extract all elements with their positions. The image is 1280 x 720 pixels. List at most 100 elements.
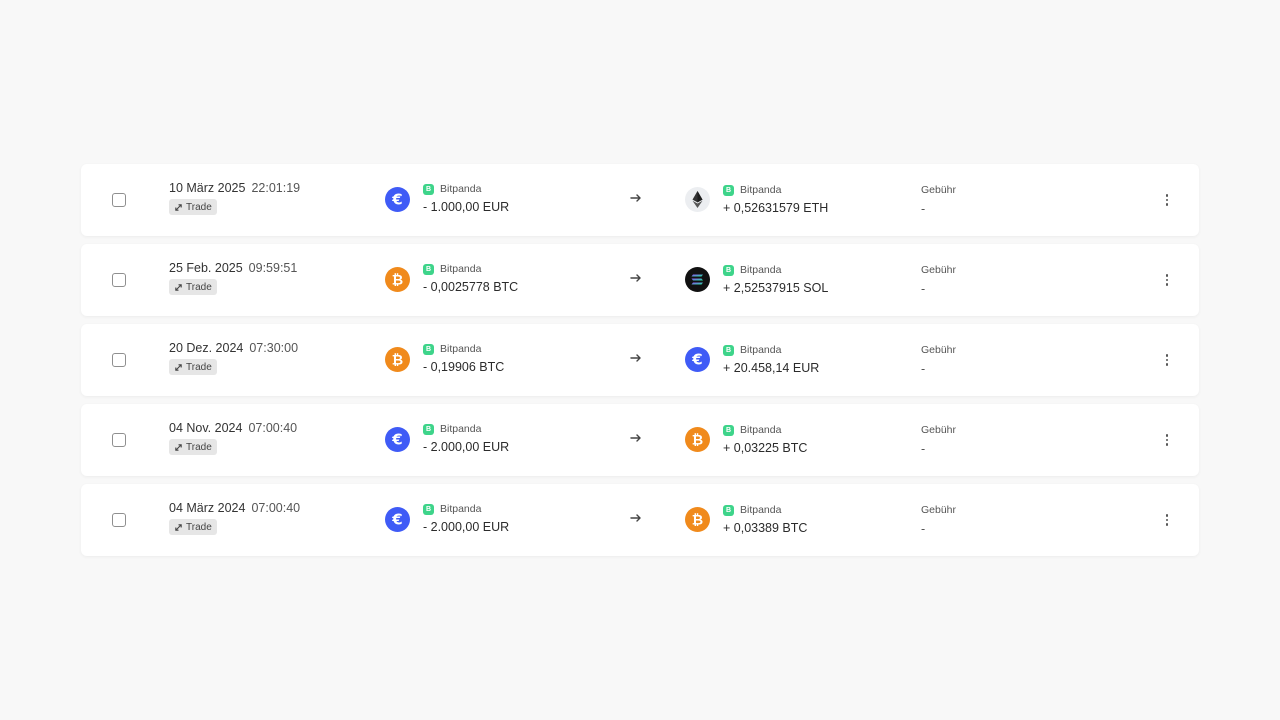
bitcoin-coin-icon: ₿ (685, 507, 710, 532)
type-badge: Trade (169, 199, 217, 215)
row-checkbox[interactable] (112, 513, 126, 527)
bitpanda-icon: B (423, 503, 434, 515)
euro-coin-icon: € (385, 187, 410, 212)
arrow-right-icon (630, 354, 641, 362)
more-options-icon[interactable] (1157, 350, 1177, 370)
fee-label: Gebühr (921, 344, 957, 356)
transaction-row[interactable]: 04 März 2024 07:00:40 Trade € B Bitpanda … (81, 484, 1199, 556)
transaction-date: 10 März 2025 (169, 181, 246, 195)
fee-block: Gebühr - (921, 504, 956, 536)
fee-label: Gebühr (921, 504, 957, 516)
transaction-row[interactable]: 20 Dez. 2024 07:30:00 Trade ₿ B Bitpanda … (81, 324, 1199, 396)
to-exchange: Bitpanda (740, 184, 782, 196)
date-block: 25 Feb. 2025 09:59:51 Trade (169, 261, 297, 297)
type-badge-label: Trade (186, 201, 212, 213)
row-checkbox[interactable] (112, 353, 126, 367)
more-options-icon[interactable] (1157, 270, 1177, 290)
date-block: 20 Dez. 2024 07:30:00 Trade (169, 341, 298, 377)
transaction-time: 07:30:00 (249, 341, 299, 355)
date-block: 04 Nov. 2024 07:00:40 Trade (169, 421, 297, 457)
from-asset: B Bitpanda - 0,0025778 BTC (423, 263, 518, 294)
fee-block: Gebühr - (921, 264, 956, 296)
svg-text:₿: ₿ (692, 513, 703, 529)
to-amount: + 20.458,14 EUR (723, 361, 820, 375)
swap-icon (175, 523, 182, 531)
solana-coin-icon (685, 267, 710, 292)
to-asset: B Bitpanda + 0,52631579 ETH (723, 184, 828, 215)
transaction-date: 20 Dez. 2024 (169, 341, 244, 355)
more-options-icon[interactable] (1157, 190, 1177, 210)
from-amount: - 2.000,00 EUR (423, 520, 510, 534)
bitpanda-icon: B (723, 264, 734, 276)
swap-icon (175, 283, 182, 291)
fee-block: Gebühr - (921, 344, 956, 376)
to-amount: + 0,52631579 ETH (723, 201, 829, 215)
transaction-time: 07:00:40 (251, 501, 301, 515)
bitpanda-icon: B (423, 423, 434, 435)
from-exchange: Bitpanda (440, 503, 482, 515)
from-exchange: Bitpanda (440, 423, 482, 435)
bitpanda-icon: B (423, 263, 434, 275)
transaction-date: 04 März 2024 (169, 501, 246, 515)
swap-icon (175, 443, 182, 451)
fee-value: - (921, 202, 926, 216)
fee-value: - (921, 522, 926, 536)
to-exchange: Bitpanda (740, 504, 782, 516)
type-badge: Trade (169, 279, 217, 295)
more-options-icon[interactable] (1157, 510, 1177, 530)
from-asset: B Bitpanda - 0,19906 BTC (423, 343, 504, 374)
fee-value: - (921, 282, 926, 296)
bitpanda-icon: B (723, 504, 734, 516)
swap-icon (175, 203, 182, 211)
svg-text:€: € (391, 191, 402, 209)
more-options-icon[interactable] (1157, 430, 1177, 450)
to-asset: B Bitpanda + 2,52537915 SOL (723, 264, 828, 295)
svg-text:₿: ₿ (392, 273, 403, 289)
from-exchange: Bitpanda (440, 263, 482, 275)
arrow-right-icon (630, 434, 641, 442)
transaction-date: 04 Nov. 2024 (169, 421, 243, 435)
svg-text:€: € (391, 511, 402, 529)
euro-coin-icon: € (385, 427, 410, 452)
to-amount: + 0,03225 BTC (723, 441, 808, 455)
transaction-row[interactable]: 04 Nov. 2024 07:00:40 Trade € B Bitpanda … (81, 404, 1199, 476)
arrow-right-icon (630, 274, 641, 282)
row-checkbox[interactable] (112, 433, 126, 447)
type-badge-label: Trade (186, 521, 212, 533)
bitpanda-icon: B (423, 343, 434, 355)
fee-block: Gebühr - (921, 424, 956, 456)
bitpanda-icon: B (723, 184, 734, 196)
from-asset: B Bitpanda - 2.000,00 EUR (423, 423, 509, 454)
from-amount: - 0,0025778 BTC (423, 280, 519, 294)
to-asset: B Bitpanda + 0,03225 BTC (723, 424, 807, 455)
fee-value: - (921, 442, 926, 456)
arrow-right-icon (630, 194, 641, 202)
type-badge: Trade (169, 359, 217, 375)
svg-text:€: € (691, 351, 702, 369)
type-badge-label: Trade (186, 281, 212, 293)
row-checkbox[interactable] (112, 193, 126, 207)
to-amount: + 2,52537915 SOL (723, 281, 829, 295)
transaction-row[interactable]: 10 März 2025 22:01:19 Trade € B Bitpanda … (81, 164, 1199, 236)
type-badge: Trade (169, 439, 217, 455)
svg-text:₿: ₿ (392, 353, 403, 369)
to-exchange: Bitpanda (740, 264, 782, 276)
type-badge-label: Trade (186, 441, 212, 453)
fee-label: Gebühr (921, 264, 957, 276)
date-block: 10 März 2025 22:01:19 Trade (169, 181, 300, 217)
euro-coin-icon: € (685, 347, 710, 372)
from-amount: - 2.000,00 EUR (423, 440, 510, 454)
transaction-time: 09:59:51 (248, 261, 298, 275)
row-checkbox[interactable] (112, 273, 126, 287)
transaction-row[interactable]: 25 Feb. 2025 09:59:51 Trade ₿ B Bitpanda … (81, 244, 1199, 316)
transaction-date: 25 Feb. 2025 (169, 261, 243, 275)
bitcoin-coin-icon: ₿ (385, 347, 410, 372)
to-asset: B Bitpanda + 20.458,14 EUR (723, 344, 819, 375)
swap-icon (175, 363, 182, 371)
ethereum-coin-icon (685, 187, 710, 212)
to-asset: B Bitpanda + 0,03389 BTC (723, 504, 807, 535)
fee-label: Gebühr (921, 424, 957, 436)
fee-value: - (921, 362, 926, 376)
from-exchange: Bitpanda (440, 343, 482, 355)
euro-coin-icon: € (385, 507, 410, 532)
